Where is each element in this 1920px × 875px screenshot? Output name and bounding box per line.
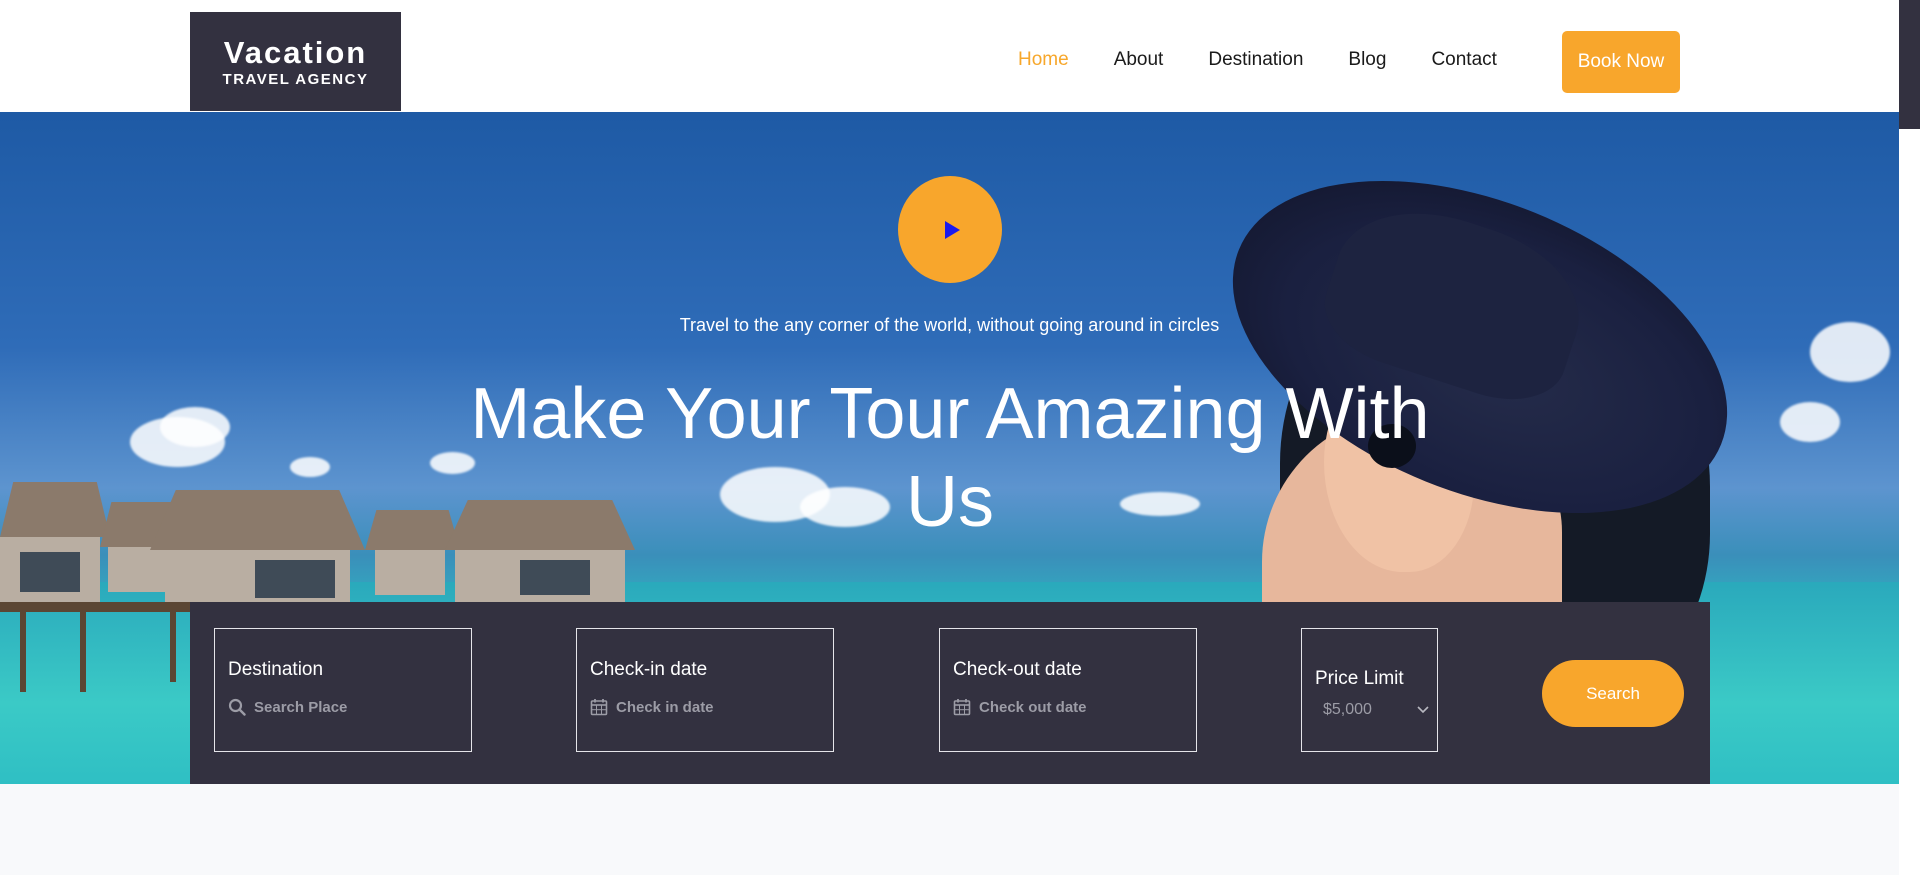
- search-icon: [228, 698, 246, 716]
- main-nav: Home About Destination Blog Contact: [1018, 49, 1542, 71]
- hero-title: Make Your Tour Amazing With Us: [470, 374, 1430, 542]
- pier-post: [170, 612, 176, 682]
- checkout-input[interactable]: Check out date: [953, 698, 1087, 716]
- checkout-placeholder: Check out date: [979, 698, 1087, 716]
- search-panel: Destination Search Place Check-in date C…: [190, 602, 1710, 784]
- hut-roof: [0, 482, 110, 537]
- price-limit-select[interactable]: $5,000: [1314, 701, 1429, 719]
- search-button[interactable]: Search: [1542, 660, 1684, 727]
- chevron-down-icon: [1417, 701, 1429, 719]
- cloud-decoration: [160, 407, 230, 447]
- nav-item-destination[interactable]: Destination: [1208, 49, 1303, 71]
- brand-logo[interactable]: Vacation TRAVEL AGENCY: [190, 12, 401, 111]
- checkout-field[interactable]: Check-out date Check out date: [939, 628, 1197, 752]
- brand-tagline: TRAVEL AGENCY: [222, 71, 369, 88]
- pier-post: [80, 612, 86, 692]
- book-now-button[interactable]: Book Now: [1562, 31, 1680, 93]
- hut-window: [255, 560, 335, 598]
- price-limit-label: Price Limit: [1315, 668, 1404, 689]
- checkin-input[interactable]: Check in date: [590, 698, 714, 716]
- nav-item-home[interactable]: Home: [1018, 49, 1069, 71]
- hero-subtitle: Travel to the any corner of the world, w…: [679, 315, 1220, 335]
- price-limit-value: $5,000: [1323, 701, 1372, 718]
- hut-window: [20, 552, 80, 592]
- checkin-placeholder: Check in date: [616, 698, 714, 716]
- vertical-scrollbar[interactable]: [1899, 0, 1920, 875]
- page: Vacation TRAVEL AGENCY Home About Destin…: [0, 0, 1899, 875]
- nav-item-blog[interactable]: Blog: [1348, 49, 1386, 71]
- price-limit-field[interactable]: Price Limit $5,000: [1301, 628, 1438, 752]
- hut-wall: [108, 547, 168, 592]
- calendar-icon: [590, 698, 608, 716]
- checkin-field[interactable]: Check-in date Check in date: [576, 628, 834, 752]
- scrollbar-thumb[interactable]: [1899, 0, 1920, 129]
- pier-post: [20, 612, 26, 692]
- site-header: Vacation TRAVEL AGENCY Home About Destin…: [0, 0, 1899, 112]
- play-icon: [945, 220, 960, 239]
- destination-label: Destination: [228, 659, 324, 680]
- destination-field[interactable]: Destination Search Place: [214, 628, 472, 752]
- hut-roof: [150, 490, 365, 550]
- cloud-decoration: [1780, 402, 1840, 442]
- calendar-icon: [953, 698, 971, 716]
- brand-name: Vacation: [223, 35, 368, 70]
- destination-input[interactable]: Search Place: [228, 698, 347, 716]
- nav-item-about[interactable]: About: [1114, 49, 1164, 71]
- destination-placeholder: Search Place: [254, 698, 348, 716]
- nav-item-contact[interactable]: Contact: [1431, 49, 1496, 71]
- hut-window: [520, 560, 590, 595]
- checkout-label: Check-out date: [953, 659, 1082, 680]
- cloud-decoration: [290, 457, 330, 477]
- play-video-button[interactable]: [898, 176, 1002, 283]
- hut-wall: [375, 550, 445, 595]
- checkin-label: Check-in date: [590, 659, 708, 680]
